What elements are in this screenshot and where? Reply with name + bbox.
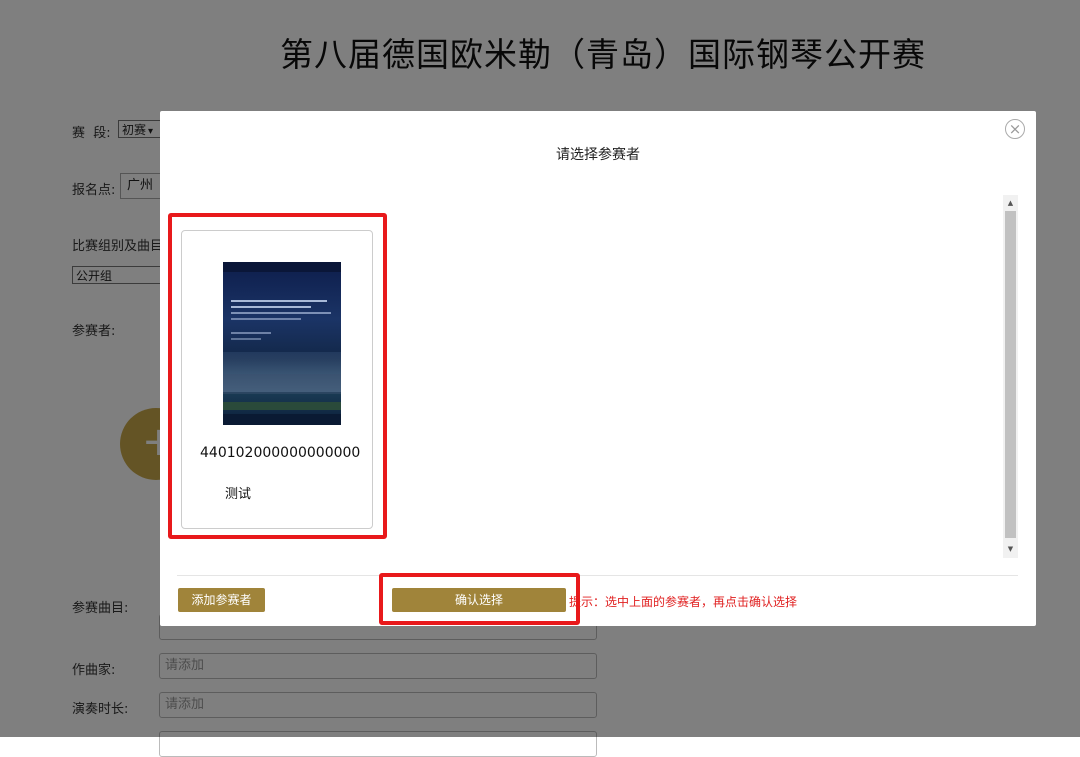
modal-title: 请选择参赛者 <box>556 147 640 163</box>
divider <box>177 575 1018 576</box>
scroll-thumb[interactable] <box>1005 211 1016 538</box>
scroll-up-icon[interactable]: ▲ <box>1003 199 1018 207</box>
add-participant-button[interactable]: 添加参赛者 <box>178 588 265 612</box>
close-icon[interactable]: × <box>1005 119 1025 139</box>
hint-text: 提示：选中上面的参赛者，再点击确认选择 <box>569 595 798 609</box>
highlight-confirm-box <box>379 573 580 625</box>
scrollbar[interactable]: ▲ ▼ <box>1003 195 1018 558</box>
scroll-down-icon[interactable]: ▼ <box>1003 545 1018 553</box>
highlight-card-box <box>168 213 387 539</box>
